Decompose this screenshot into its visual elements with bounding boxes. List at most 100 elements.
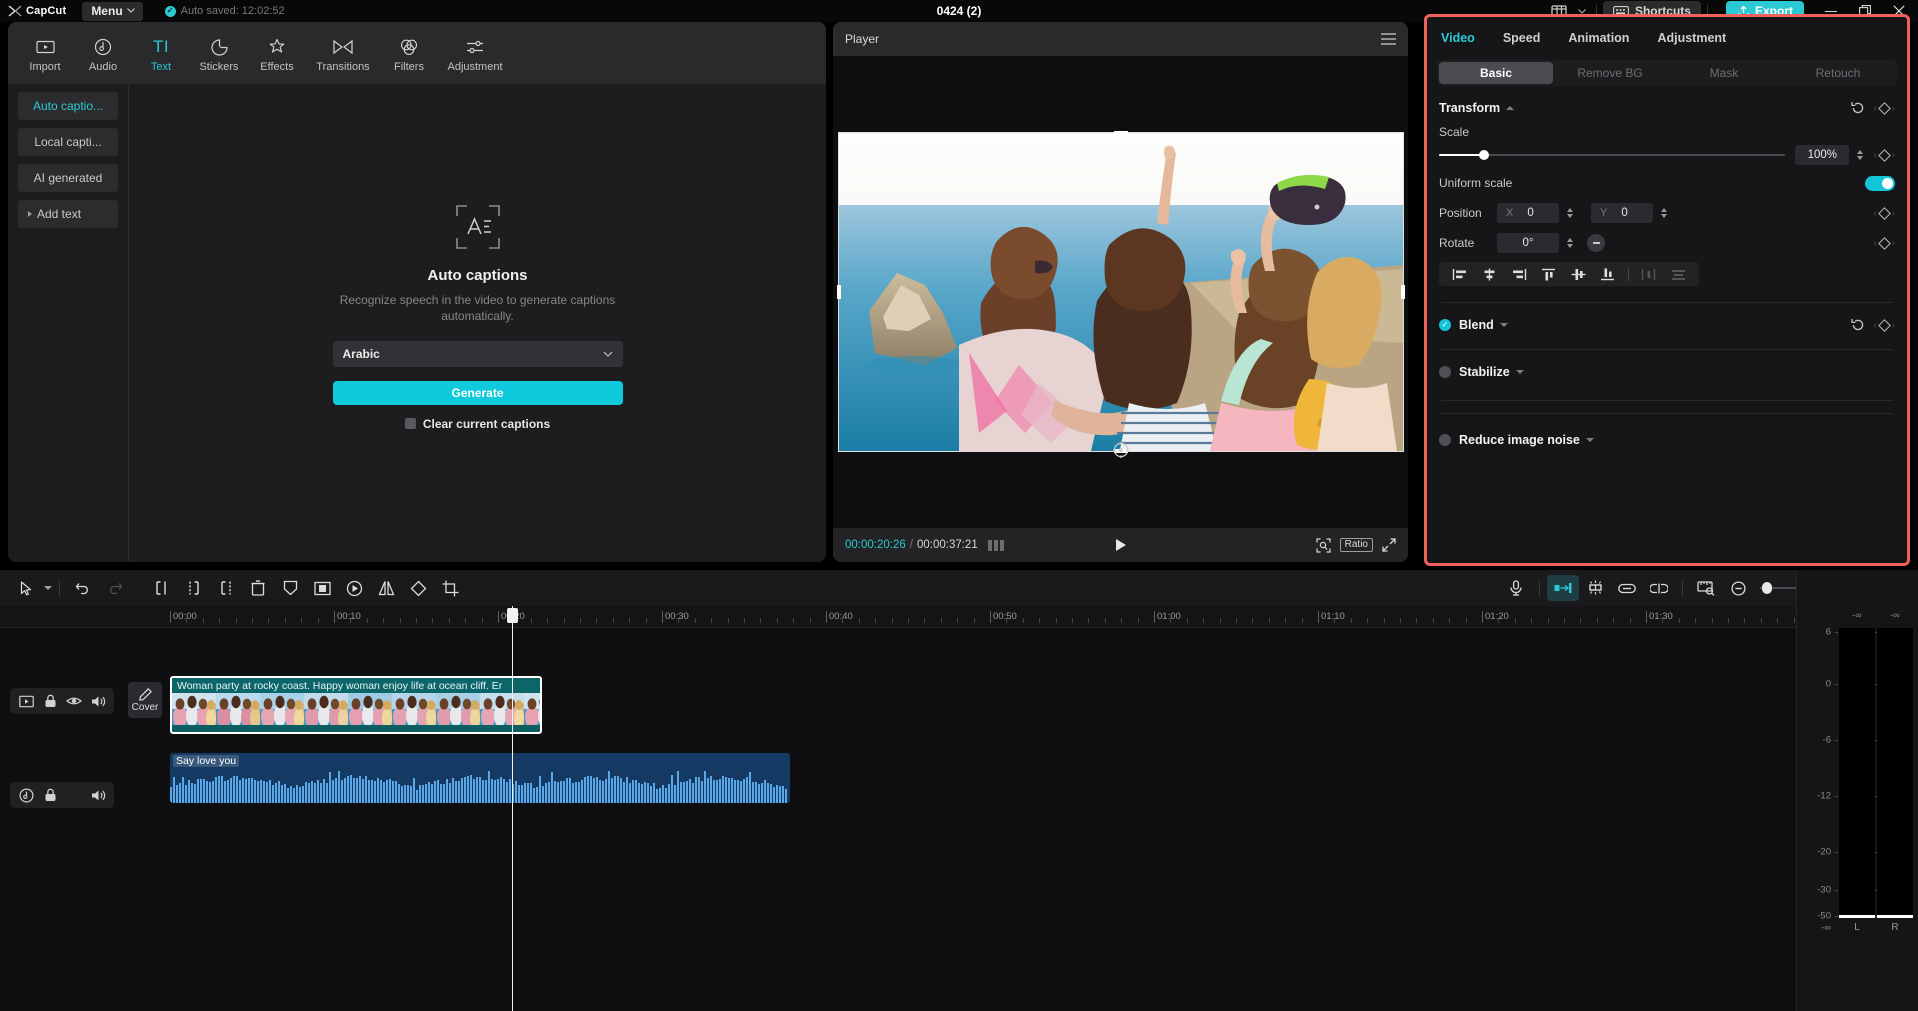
rotate-input[interactable]: 0° [1497, 233, 1559, 253]
rotate-icon[interactable] [402, 575, 434, 601]
position-keyframe-group[interactable]: ‹ › [1873, 208, 1895, 219]
toolbar-item-transitions[interactable]: Transitions [306, 33, 380, 73]
keyframe-next-icon[interactable]: › [1892, 208, 1895, 219]
keyframe-diamond-icon[interactable] [1878, 237, 1891, 250]
chevron-up-icon[interactable] [1506, 106, 1514, 110]
align-bottom-icon[interactable] [1593, 263, 1623, 285]
grid-icon[interactable] [988, 540, 1004, 551]
toolbar-item-text[interactable]: TI Text [132, 33, 190, 73]
scale-stepper[interactable] [1853, 145, 1867, 165]
chevron-down-icon[interactable] [44, 586, 52, 590]
video-track-icon[interactable] [14, 689, 38, 713]
chevron-down-icon[interactable] [1586, 438, 1594, 442]
toolbar-item-adjustment[interactable]: Adjustment [438, 33, 512, 73]
tab-speed[interactable]: Speed [1503, 27, 1541, 49]
audio-clip[interactable]: Say love you [170, 753, 790, 803]
align-center-h-icon[interactable] [1475, 263, 1505, 285]
magnet-icon[interactable] [1579, 575, 1611, 601]
sidebar-item-ai-generated[interactable]: AI generated [18, 164, 118, 192]
freeze-icon[interactable] [274, 575, 306, 601]
subtab-remove-bg[interactable]: Remove BG [1553, 62, 1667, 84]
chevron-down-icon[interactable] [1500, 323, 1508, 327]
blend-checkbox[interactable]: ✓ [1439, 319, 1451, 331]
rotate-keyframe-group[interactable]: ‹ › [1873, 238, 1895, 249]
playhead-handle[interactable] [507, 608, 518, 623]
chevron-down-icon[interactable] [1516, 370, 1524, 374]
delete-icon[interactable] [242, 575, 274, 601]
toolbar-item-filters[interactable]: Filters [380, 33, 438, 73]
select-arrow-icon[interactable] [10, 575, 42, 601]
tab-adjustment[interactable]: Adjustment [1657, 27, 1726, 49]
sidebar-item-auto-captions[interactable]: Auto captio... [18, 92, 118, 120]
toolbar-item-audio[interactable]: Audio [74, 33, 132, 73]
scale-slider[interactable] [1439, 148, 1785, 162]
reduce-noise-checkbox[interactable] [1439, 434, 1451, 446]
tab-animation[interactable]: Animation [1568, 27, 1629, 49]
fit-clip-icon[interactable] [1547, 575, 1579, 601]
ratio-button[interactable]: Ratio [1340, 538, 1373, 552]
video-clip[interactable]: Woman party at rocky coast. Happy woman … [170, 676, 542, 734]
sidebar-item-local-captions[interactable]: Local capti... [18, 128, 118, 156]
keyframe-prev-icon[interactable]: ‹ [1873, 208, 1876, 219]
lock-icon[interactable] [38, 689, 62, 713]
keyframe-next-icon[interactable]: › [1892, 238, 1895, 249]
position-y-input[interactable]: Y 0 [1591, 203, 1653, 223]
tab-video[interactable]: Video [1441, 27, 1475, 49]
resize-handle-right[interactable] [1401, 285, 1405, 299]
keyframe-next-icon[interactable]: › [1892, 103, 1895, 114]
timeline-ruler[interactable]: 00:0000:1000:2000:3000:4000:5001:0001:10… [0, 606, 1918, 628]
menu-button[interactable]: Menu [82, 2, 142, 21]
speaker-icon[interactable] [86, 783, 110, 807]
crop-icon[interactable] [434, 575, 466, 601]
align-top-icon[interactable] [1534, 263, 1564, 285]
align-right-icon[interactable] [1504, 263, 1534, 285]
scale-keyframe-group[interactable]: ‹ › [1873, 150, 1895, 161]
generate-button[interactable]: Generate [333, 381, 623, 405]
position-x-stepper[interactable] [1563, 203, 1577, 223]
clear-captions-checkbox[interactable]: Clear current captions [333, 417, 623, 431]
keyframe-next-icon[interactable]: › [1892, 150, 1895, 161]
mirror-icon[interactable] [370, 575, 402, 601]
stabilize-checkbox[interactable] [1439, 366, 1451, 378]
blend-keyframe-group[interactable]: ‹ › [1873, 320, 1895, 331]
position-x-input[interactable]: X 0 [1497, 203, 1559, 223]
zoom-out-icon[interactable] [1722, 575, 1754, 601]
distribute-v-icon[interactable] [1663, 263, 1693, 285]
resize-handle-left[interactable] [837, 285, 841, 299]
keyframe-diamond-icon[interactable] [1878, 149, 1891, 162]
hamburger-icon[interactable] [1381, 33, 1396, 45]
scale-input[interactable]: 100% [1795, 145, 1849, 165]
video-preview[interactable] [839, 133, 1403, 451]
keyframe-prev-icon[interactable]: ‹ [1873, 103, 1876, 114]
distribute-h-icon[interactable] [1634, 263, 1664, 285]
mirror-pane-icon[interactable] [306, 575, 338, 601]
transform-keyframe-group[interactable]: ‹ › [1873, 103, 1895, 114]
subtab-retouch[interactable]: Retouch [1781, 62, 1895, 84]
split-right-icon[interactable] [210, 575, 242, 601]
fullscreen-icon[interactable] [1382, 538, 1396, 552]
uniform-scale-toggle[interactable] [1865, 176, 1895, 191]
align-left-icon[interactable] [1445, 263, 1475, 285]
reset-icon[interactable] [1851, 101, 1865, 115]
reset-icon[interactable] [1851, 318, 1865, 332]
unlink-icon[interactable] [1643, 575, 1675, 601]
keyframe-prev-icon[interactable]: ‹ [1873, 238, 1876, 249]
resize-handle-top[interactable] [1114, 131, 1128, 135]
subtab-basic[interactable]: Basic [1439, 62, 1553, 84]
redo-icon[interactable] [99, 575, 131, 601]
undo-icon[interactable] [67, 575, 99, 601]
subtab-mask[interactable]: Mask [1667, 62, 1781, 84]
keyframe-diamond-icon[interactable] [1878, 102, 1891, 115]
link-icon[interactable] [1611, 575, 1643, 601]
keyframe-prev-icon[interactable]: ‹ [1873, 320, 1876, 331]
eye-icon[interactable] [62, 689, 86, 713]
speaker-icon[interactable] [86, 689, 110, 713]
split-left-icon[interactable] [146, 575, 178, 601]
keyframe-diamond-icon[interactable] [1878, 319, 1891, 332]
rotate-dial-icon[interactable] [1587, 234, 1605, 252]
cover-button[interactable]: Cover [128, 682, 162, 718]
mic-icon[interactable] [1500, 575, 1532, 601]
audio-track-icon[interactable] [14, 783, 38, 807]
lock-icon[interactable] [38, 783, 62, 807]
align-middle-v-icon[interactable] [1564, 263, 1594, 285]
